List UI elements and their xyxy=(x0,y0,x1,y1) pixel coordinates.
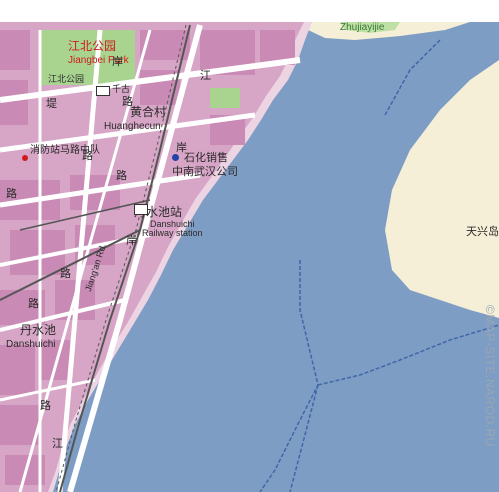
road-char: 路 xyxy=(40,399,51,412)
watermark-text: ©MAP-SITE.NAROD.RU xyxy=(483,305,497,447)
huanghecun-en-label: Huanghecun xyxy=(104,121,161,132)
road-char: 岸 xyxy=(126,234,137,247)
bus-stop-icon[interactable] xyxy=(134,204,148,215)
map-graphics xyxy=(0,0,499,492)
road-char: 江 xyxy=(52,437,63,450)
zhongnan-label: 中南武汉公司 xyxy=(172,165,238,178)
jiangbei-park-small-label: 江北公园 xyxy=(48,75,85,85)
road-char: 堤 xyxy=(46,97,57,110)
road-char: 路 xyxy=(28,297,39,310)
top-margin xyxy=(0,0,499,22)
tianxing-label: 天兴岛 xyxy=(466,225,499,238)
shihua-label: 石化销售 xyxy=(184,151,228,164)
road-char: 路 xyxy=(6,187,17,200)
map-canvas[interactable]: Zhujiayijie 江北公园 Jiangbei Park 江北公园 千古 黄… xyxy=(0,0,499,492)
road-char: 岸 xyxy=(112,55,123,68)
zhujiayijie-label: Zhujiayijie xyxy=(340,22,385,33)
qiangu-label: 千古 xyxy=(112,85,131,95)
jiangbei-park-zh-label: 江北公园 xyxy=(68,39,117,53)
bus-stop-icon[interactable] xyxy=(96,86,110,96)
road-char: 路 xyxy=(116,169,127,182)
road-char: 路 xyxy=(82,149,93,162)
danshuichi-zh-label: 丹水池 xyxy=(20,323,57,337)
road-char: 路 xyxy=(60,267,71,280)
danshuichi-en-label: Danshuichi xyxy=(6,339,56,350)
station-en-label-2: Railway station xyxy=(142,228,203,238)
road-char: 路 xyxy=(122,95,133,108)
road-char: 江 xyxy=(200,69,211,82)
small-park xyxy=(210,88,240,108)
road-char: 岸 xyxy=(176,141,187,154)
huanghecun-zh-label: 黄合村 xyxy=(130,105,167,119)
fire-station-icon[interactable] xyxy=(22,155,28,161)
watermark: ©MAP-SITE.NAROD.RU xyxy=(483,305,497,485)
poi-dot-icon[interactable] xyxy=(172,154,179,161)
